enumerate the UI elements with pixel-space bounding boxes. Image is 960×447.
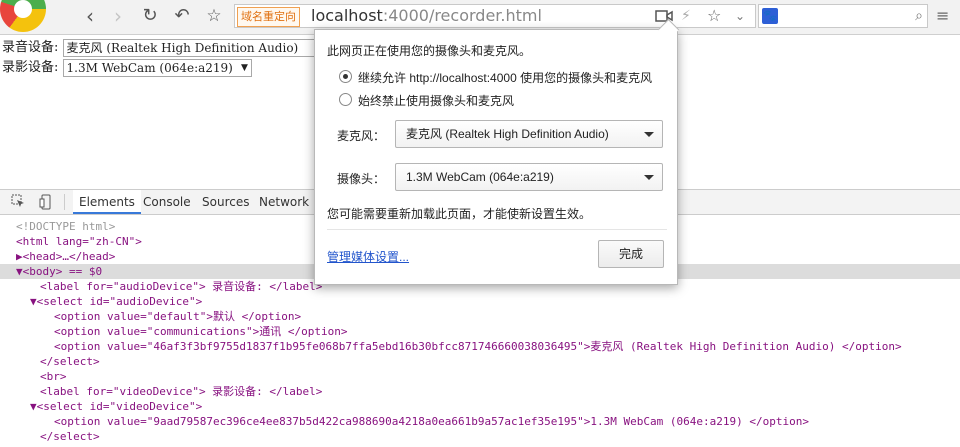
dom-line-text: ▶<head>…</head> xyxy=(16,250,116,263)
camera-label: 摄像头： xyxy=(337,172,386,186)
microphone-select[interactable]: 麦克风 (Realtek High Definition Audio) xyxy=(395,120,663,148)
device-mode-icon[interactable] xyxy=(38,194,54,210)
dom-line[interactable]: <option value="9aad79587ec396ce4ee837b5d… xyxy=(0,414,960,429)
tab-network[interactable]: Network xyxy=(253,190,315,214)
devtools-separator xyxy=(64,194,65,210)
dom-line[interactable]: <br> xyxy=(0,369,960,384)
dom-line[interactable]: <option value="46af3f3bf9755d1837f1b95fe… xyxy=(0,339,960,354)
dom-line-text: <br> xyxy=(40,370,67,383)
dom-line[interactable]: ▼<select id="videoDevice"> xyxy=(0,399,960,414)
done-button[interactable]: 完成 xyxy=(598,240,664,268)
tab-console[interactable]: Console xyxy=(137,190,197,214)
reload-icon[interactable]: ↻ xyxy=(138,4,162,28)
dom-line[interactable]: <option value="default">默认 </option> xyxy=(0,309,960,324)
chevron-down-icon xyxy=(644,175,654,180)
address-bar[interactable]: 域名重定向 localhost:4000/recorder.html ⚡ ☆ ⌄ xyxy=(234,4,756,28)
url-host: localhost xyxy=(311,6,383,25)
redirect-badge[interactable]: 域名重定向 xyxy=(237,7,300,27)
block-option-label[interactable]: 始终禁止使用摄像头和麦克风 xyxy=(358,92,514,109)
video-device-label: 录影设备: xyxy=(2,60,59,75)
manage-media-settings-link[interactable]: 管理媒体设置... xyxy=(327,248,409,265)
url-text[interactable]: localhost:4000/recorder.html xyxy=(311,5,542,27)
search-engine-icon[interactable]: 🐾 xyxy=(762,8,778,24)
dom-line-text: <html lang="zh-CN"> xyxy=(16,235,142,248)
dom-line-text: <label for="videoDevice"> 录影设备: </label> xyxy=(40,385,323,398)
allow-radio[interactable] xyxy=(339,70,352,83)
dom-line[interactable]: </select> xyxy=(0,354,960,369)
tab-sources[interactable]: Sources xyxy=(196,190,255,214)
dom-line-text: </select> xyxy=(40,355,100,368)
tab-elements[interactable]: Elements xyxy=(73,190,141,214)
camera-select[interactable]: 1.3M WebCam (064e:a219) xyxy=(395,163,663,191)
dom-line[interactable]: ▼<select id="audioDevice"> xyxy=(0,294,960,309)
reload-note: 您可能需要重新加载此页面，才能使新设置生效。 xyxy=(327,207,592,221)
menu-icon[interactable]: ≡ xyxy=(936,6,949,25)
search-icon[interactable]: ⌕ xyxy=(915,5,923,27)
dom-line-text: <option value="communications">通讯 </opti… xyxy=(54,325,348,338)
microphone-label: 麦克风： xyxy=(337,129,386,143)
audio-device-value: 麦克风 (Realtek High Definition Audio) xyxy=(66,40,299,55)
allow-option-label[interactable]: 继续允许 http://localhost:4000 使用您的摄像头和麦克风 xyxy=(358,69,652,86)
dom-line[interactable]: <label for="videoDevice"> 录影设备: </label> xyxy=(0,384,960,399)
video-device-select[interactable]: 1.3M WebCam (064e:a219) ▼ xyxy=(62,58,252,77)
dropdown-chevron-icon[interactable]: ⌄ xyxy=(735,5,745,27)
dom-line-text: <option value="9aad79587ec396ce4ee837b5d… xyxy=(54,415,809,428)
search-box[interactable]: 🐾 ⌕ xyxy=(758,4,928,28)
undo-icon[interactable]: ↶ xyxy=(170,4,194,28)
dom-line-text: </select> xyxy=(40,430,100,443)
dom-line[interactable]: </select> xyxy=(0,429,960,444)
chevron-down-icon xyxy=(644,132,654,137)
microphone-select-value: 麦克风 (Realtek High Definition Audio) xyxy=(406,127,609,141)
video-device-row: 录影设备: 1.3M WebCam (064e:a219) ▼ xyxy=(2,58,252,78)
media-permission-popup: 此网页正在使用您的摄像头和麦克风。 继续允许 http://localhost:… xyxy=(314,18,680,285)
url-path: :4000/recorder.html xyxy=(382,6,542,25)
back-icon[interactable]: ‹ xyxy=(78,4,102,28)
forward-icon[interactable]: › xyxy=(106,4,130,28)
bookmark-star-icon[interactable]: ☆ xyxy=(707,5,721,27)
dom-line-text: <!DOCTYPE html> xyxy=(16,220,116,233)
camera-select-value: 1.3M WebCam (064e:a219) xyxy=(406,170,554,184)
chevron-down-icon: ▼ xyxy=(240,62,248,73)
popup-title: 此网页正在使用您的摄像头和麦克风。 xyxy=(327,44,532,58)
dom-line[interactable]: <option value="communications">通讯 </opti… xyxy=(0,324,960,339)
audio-device-row: 录音设备: 麦克风 (Realtek High Definition Audio… xyxy=(2,38,316,58)
block-radio[interactable] xyxy=(339,93,352,106)
dom-line-text: <label for="audioDevice"> 录音设备: </label> xyxy=(40,280,323,293)
video-device-value: 1.3M WebCam (064e:a219) xyxy=(66,60,233,75)
home-star-icon[interactable]: ☆ xyxy=(202,4,226,28)
audio-device-label: 录音设备: xyxy=(2,40,59,55)
dom-line-text: ▼<select id="audioDevice"> xyxy=(30,295,203,308)
lightning-icon[interactable]: ⚡ xyxy=(681,5,691,27)
dom-line-text: ▼<body> == $0 xyxy=(16,265,103,278)
audio-device-select[interactable]: 麦克风 (Realtek High Definition Audio) xyxy=(62,38,316,57)
dom-line-text: ▼<select id="videoDevice"> xyxy=(30,400,203,413)
dom-line-text: <option value="46af3f3bf9755d1837f1b95fe… xyxy=(54,340,902,353)
inspect-element-icon[interactable] xyxy=(10,194,26,210)
dom-line-text: <option value="default">默认 </option> xyxy=(54,310,302,323)
popup-divider xyxy=(327,229,667,230)
browser-logo xyxy=(0,0,46,32)
